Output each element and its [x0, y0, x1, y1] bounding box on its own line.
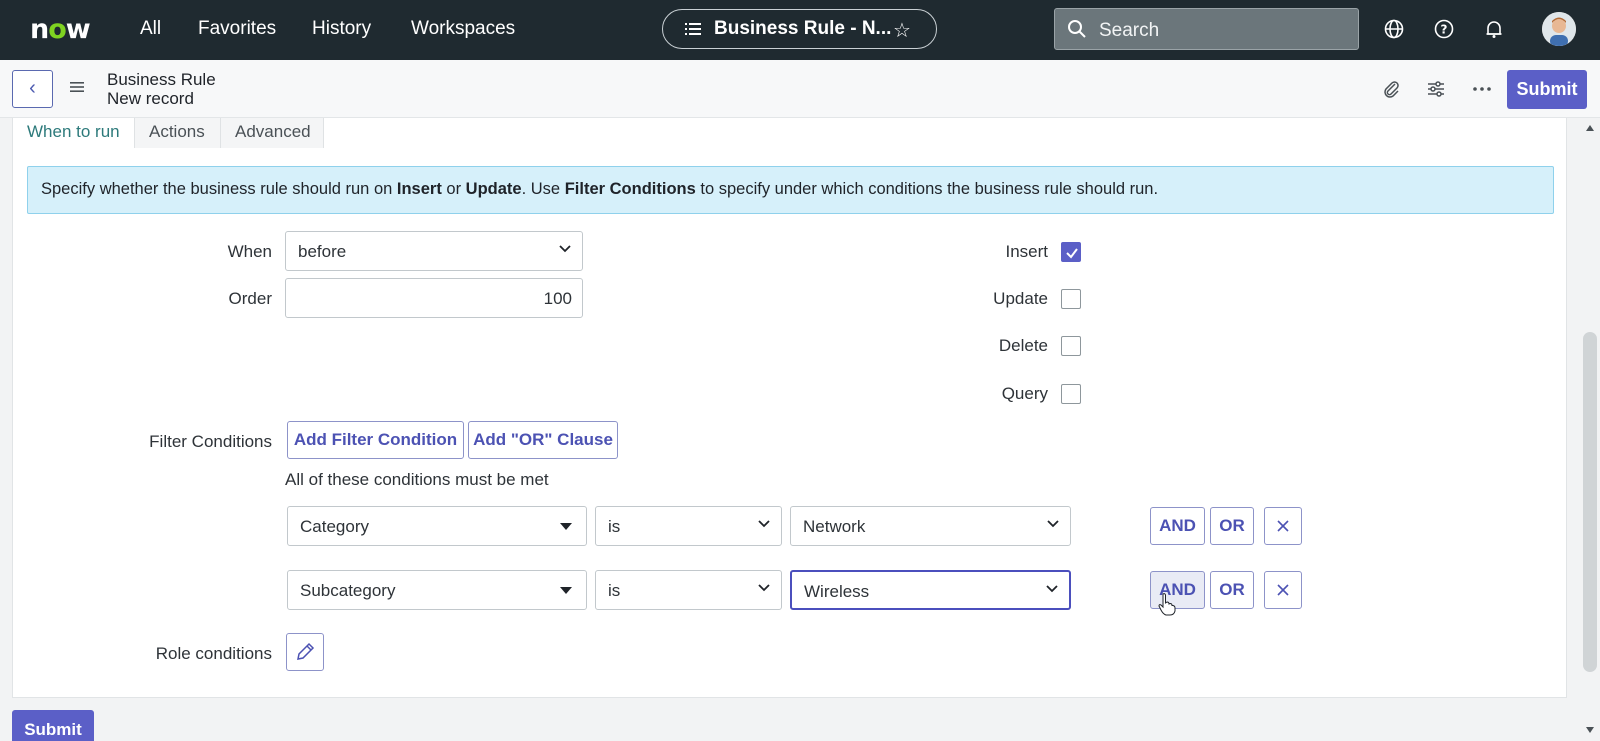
form-title: Business Rule: [107, 70, 216, 89]
condition-value-select[interactable]: Network: [790, 506, 1071, 546]
query-checkbox[interactable]: [1061, 384, 1081, 404]
settings-sliders-icon[interactable]: [1425, 78, 1447, 100]
chevron-down-icon: [559, 245, 571, 253]
form-header: ‹ Business Rule New record Submit: [0, 60, 1600, 118]
tab-advanced[interactable]: Advanced: [221, 118, 324, 148]
info-banner: Specify whether the business rule should…: [27, 166, 1554, 214]
submit-button-bottom[interactable]: Submit: [12, 710, 94, 741]
add-filter-condition-button[interactable]: Add Filter Condition: [287, 421, 464, 459]
delete-checkbox[interactable]: [1061, 336, 1081, 356]
tab-when-to-run[interactable]: When to run: [13, 118, 135, 148]
help-icon[interactable]: ?: [1433, 18, 1455, 40]
order-label: Order: [228, 289, 272, 308]
star-icon[interactable]: ☆: [893, 18, 911, 43]
condition-value-select[interactable]: Wireless: [790, 570, 1071, 610]
form-subtitle: New record: [107, 89, 194, 108]
close-icon: [1277, 520, 1289, 532]
condition-field-select[interactable]: Category: [287, 506, 587, 546]
condition-field-select[interactable]: Subcategory: [287, 570, 587, 610]
form-card: When to run Actions Advanced Specify whe…: [12, 118, 1567, 698]
scroll-up-icon[interactable]: [1585, 124, 1595, 132]
globe-icon[interactable]: [1383, 18, 1405, 40]
and-button[interactable]: AND: [1150, 507, 1205, 545]
or-button[interactable]: OR: [1210, 507, 1254, 545]
or-button[interactable]: OR: [1210, 571, 1254, 609]
user-avatar[interactable]: [1542, 12, 1576, 46]
remove-condition-button[interactable]: [1264, 571, 1302, 609]
menu-icon[interactable]: [68, 78, 86, 96]
list-icon: [685, 23, 701, 35]
top-nav: now All Favorites History Workspaces Bus…: [0, 0, 1600, 60]
nav-all[interactable]: All: [140, 18, 161, 40]
bell-icon[interactable]: [1483, 18, 1505, 40]
record-context-pill[interactable]: Business Rule - N... ☆: [662, 9, 937, 49]
chevron-down-icon: [1046, 585, 1058, 593]
update-label: Update: [993, 289, 1048, 308]
when-label: When: [227, 242, 272, 261]
role-conditions-label: Role conditions: [155, 644, 272, 663]
record-pill-label: Business Rule - N...: [714, 18, 892, 39]
condition-operator-select[interactable]: is: [595, 506, 782, 546]
attachment-icon[interactable]: [1380, 78, 1402, 100]
close-icon: [1277, 584, 1289, 596]
servicenow-logo[interactable]: now: [30, 14, 91, 45]
condition-operator-select[interactable]: is: [595, 570, 782, 610]
dropdown-arrow-icon: [560, 587, 572, 594]
global-search-input[interactable]: Search: [1054, 8, 1359, 50]
chevron-down-icon: [1047, 520, 1059, 528]
nav-history[interactable]: History: [312, 18, 371, 40]
search-placeholder: Search: [1099, 20, 1160, 41]
submit-button-top[interactable]: Submit: [1507, 70, 1587, 109]
filter-conditions-label: Filter Conditions: [149, 432, 272, 451]
when-select[interactable]: before: [285, 231, 583, 271]
nav-favorites[interactable]: Favorites: [198, 18, 276, 40]
pencil-icon: [297, 642, 315, 660]
nav-workspaces[interactable]: Workspaces: [411, 18, 515, 40]
query-label: Query: [1001, 384, 1048, 403]
scroll-down-icon[interactable]: [1585, 726, 1595, 734]
search-icon: [1068, 20, 1086, 38]
update-checkbox[interactable]: [1061, 289, 1081, 309]
order-input[interactable]: 100: [285, 278, 583, 318]
remove-condition-button[interactable]: [1264, 507, 1302, 545]
add-or-clause-button[interactable]: Add "OR" Clause: [468, 421, 618, 459]
delete-label: Delete: [998, 336, 1048, 355]
insert-label: Insert: [1005, 242, 1048, 261]
scrollbar-thumb[interactable]: [1583, 332, 1597, 672]
chevron-down-icon: [758, 584, 770, 592]
conditions-note: All of these conditions must be met: [285, 470, 549, 489]
more-options-icon[interactable]: [1471, 78, 1493, 100]
edit-role-conditions-button[interactable]: [286, 633, 324, 671]
back-button[interactable]: ‹: [12, 70, 53, 108]
tab-actions[interactable]: Actions: [135, 118, 221, 148]
svg-text:?: ?: [1441, 23, 1448, 37]
dropdown-arrow-icon: [560, 523, 572, 530]
chevron-down-icon: [758, 520, 770, 528]
hand-cursor-icon: [1158, 593, 1176, 616]
insert-checkbox[interactable]: [1061, 242, 1081, 262]
check-icon: [1066, 248, 1078, 259]
